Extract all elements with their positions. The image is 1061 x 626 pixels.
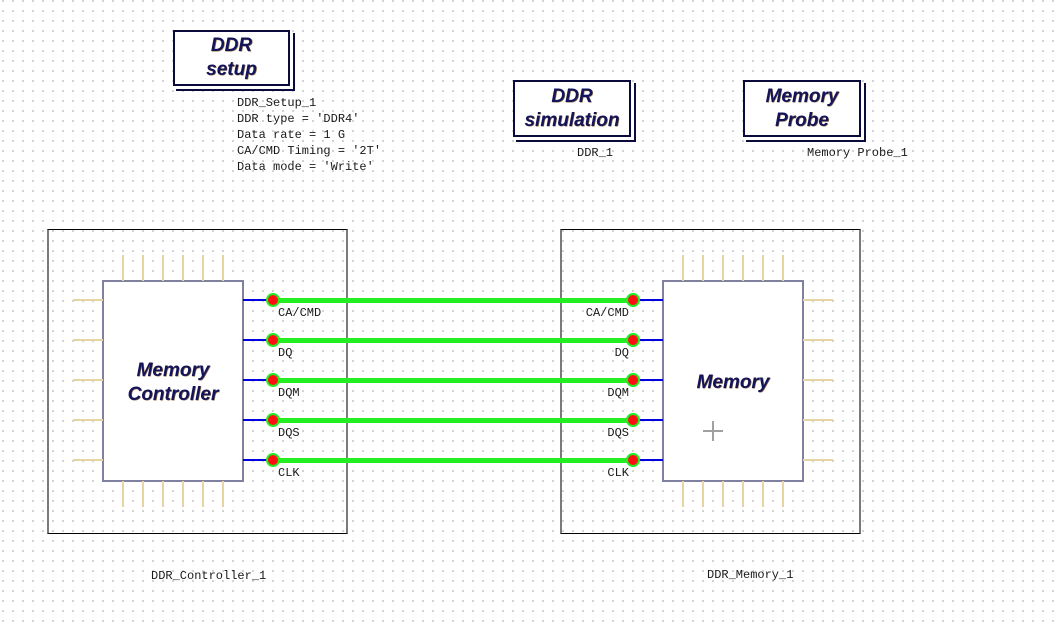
controller-port-node-ca-cmd[interactable] <box>266 293 280 307</box>
wire-clk[interactable] <box>273 458 633 463</box>
memory-right-pin <box>803 459 833 461</box>
memory-origin-crosshair-vertical <box>712 421 714 441</box>
controller-top-pin <box>222 255 224 281</box>
controller-port-node-dqm[interactable] <box>266 373 280 387</box>
controller-top-pin <box>142 255 144 281</box>
memory-right-pin <box>803 299 833 301</box>
memory-port-node-clk[interactable] <box>626 453 640 467</box>
ddr-simulation-component[interactable]: DDR simulation <box>513 80 631 137</box>
ddr-simulation-title-line2: simulation <box>524 109 620 131</box>
controller-top-pin <box>162 255 164 281</box>
memory-top-pin <box>742 255 744 281</box>
memory-chip[interactable]: Memory <box>662 280 804 482</box>
controller-left-pin <box>73 379 103 381</box>
ddr-setup-title-line2: setup <box>206 59 257 80</box>
controller-instance-name: DDR_Controller_1 <box>151 569 267 583</box>
memory-port-label-clk: CLK <box>607 466 629 480</box>
schematic-canvas[interactable]: DDR setup DDR_Setup_1 DDR type = 'DDR4' … <box>0 0 1061 626</box>
controller-left-pin <box>73 339 103 341</box>
wire-ca-cmd[interactable] <box>273 298 633 303</box>
controller-port-label-dqm: DQM <box>278 386 300 400</box>
controller-title-line1: Memory <box>136 360 210 381</box>
ddr-setup-param-ddr-type: DDR type = 'DDR4' <box>237 112 360 126</box>
memory-probe-component[interactable]: Memory Probe <box>743 80 861 137</box>
wire-dqs[interactable] <box>273 418 633 423</box>
memory-port-node-dqs[interactable] <box>626 413 640 427</box>
controller-bottom-pin <box>122 481 124 507</box>
memory-bottom-pin <box>722 481 724 507</box>
controller-top-pin <box>122 255 124 281</box>
controller-port-label-dqs: DQS <box>278 426 300 440</box>
memory-bottom-pin <box>682 481 684 507</box>
ddr-setup-title-line1: DDR <box>210 35 253 56</box>
memory-port-node-dq[interactable] <box>626 333 640 347</box>
controller-port-node-dqs[interactable] <box>266 413 280 427</box>
memory-top-pin <box>782 255 784 281</box>
controller-port-label-ca-cmd: CA/CMD <box>278 306 322 320</box>
memory-bottom-pin <box>762 481 764 507</box>
memory-bottom-pin <box>702 481 704 507</box>
controller-bottom-pin <box>162 481 164 507</box>
controller-left-pin <box>73 299 103 301</box>
controller-title-line2: Controller <box>127 384 219 405</box>
memory-probe-instance-name: Memory Probe_1 <box>807 146 908 160</box>
controller-bottom-pin <box>142 481 144 507</box>
memory-port-label-dqm: DQM <box>607 386 629 400</box>
memory-port-label-ca-cmd: CA/CMD <box>585 306 629 320</box>
memory-right-pin <box>803 379 833 381</box>
memory-right-pin <box>803 419 833 421</box>
ddr-simulation-instance-name: DDR_1 <box>577 146 614 160</box>
controller-bottom-pin <box>202 481 204 507</box>
controller-bottom-pin <box>182 481 184 507</box>
memory-top-pin <box>762 255 764 281</box>
memory-controller-chip[interactable]: Memory Controller <box>102 280 244 482</box>
controller-top-pin <box>202 255 204 281</box>
memory-port-node-dqm[interactable] <box>626 373 640 387</box>
wire-dq[interactable] <box>273 338 633 343</box>
memory-probe-title-line1: Memory <box>765 85 839 107</box>
controller-port-node-clk[interactable] <box>266 453 280 467</box>
controller-port-node-dq[interactable] <box>266 333 280 347</box>
controller-port-label-clk: CLK <box>278 466 300 480</box>
memory-top-pin <box>682 255 684 281</box>
controller-bottom-pin <box>222 481 224 507</box>
ddr-setup-instance-name: DDR_Setup_1 <box>237 96 317 110</box>
ddr-simulation-title-line1: DDR <box>551 85 593 107</box>
memory-port-label-dqs: DQS <box>607 426 629 440</box>
memory-top-pin <box>722 255 724 281</box>
ddr-setup-param-data-rate: Data rate = 1 G <box>237 128 346 142</box>
ddr-setup-component[interactable]: DDR setup <box>173 30 290 86</box>
memory-title-line1: Memory <box>696 372 770 393</box>
wire-dqm[interactable] <box>273 378 633 383</box>
memory-port-label-dq: DQ <box>614 346 629 360</box>
memory-bottom-pin <box>742 481 744 507</box>
controller-left-pin <box>73 459 103 461</box>
controller-top-pin <box>182 255 184 281</box>
ddr-setup-param-ca-cmd-timing: CA/CMD Timing = '2T' <box>237 144 382 158</box>
memory-port-node-ca-cmd[interactable] <box>626 293 640 307</box>
memory-top-pin <box>702 255 704 281</box>
memory-instance-name: DDR_Memory_1 <box>707 568 794 582</box>
controller-left-pin <box>73 419 103 421</box>
memory-bottom-pin <box>782 481 784 507</box>
memory-probe-title-line2: Probe <box>775 109 829 131</box>
ddr-setup-param-data-mode: Data mode = 'Write' <box>237 160 374 174</box>
memory-right-pin <box>803 339 833 341</box>
controller-port-label-dq: DQ <box>278 346 293 360</box>
